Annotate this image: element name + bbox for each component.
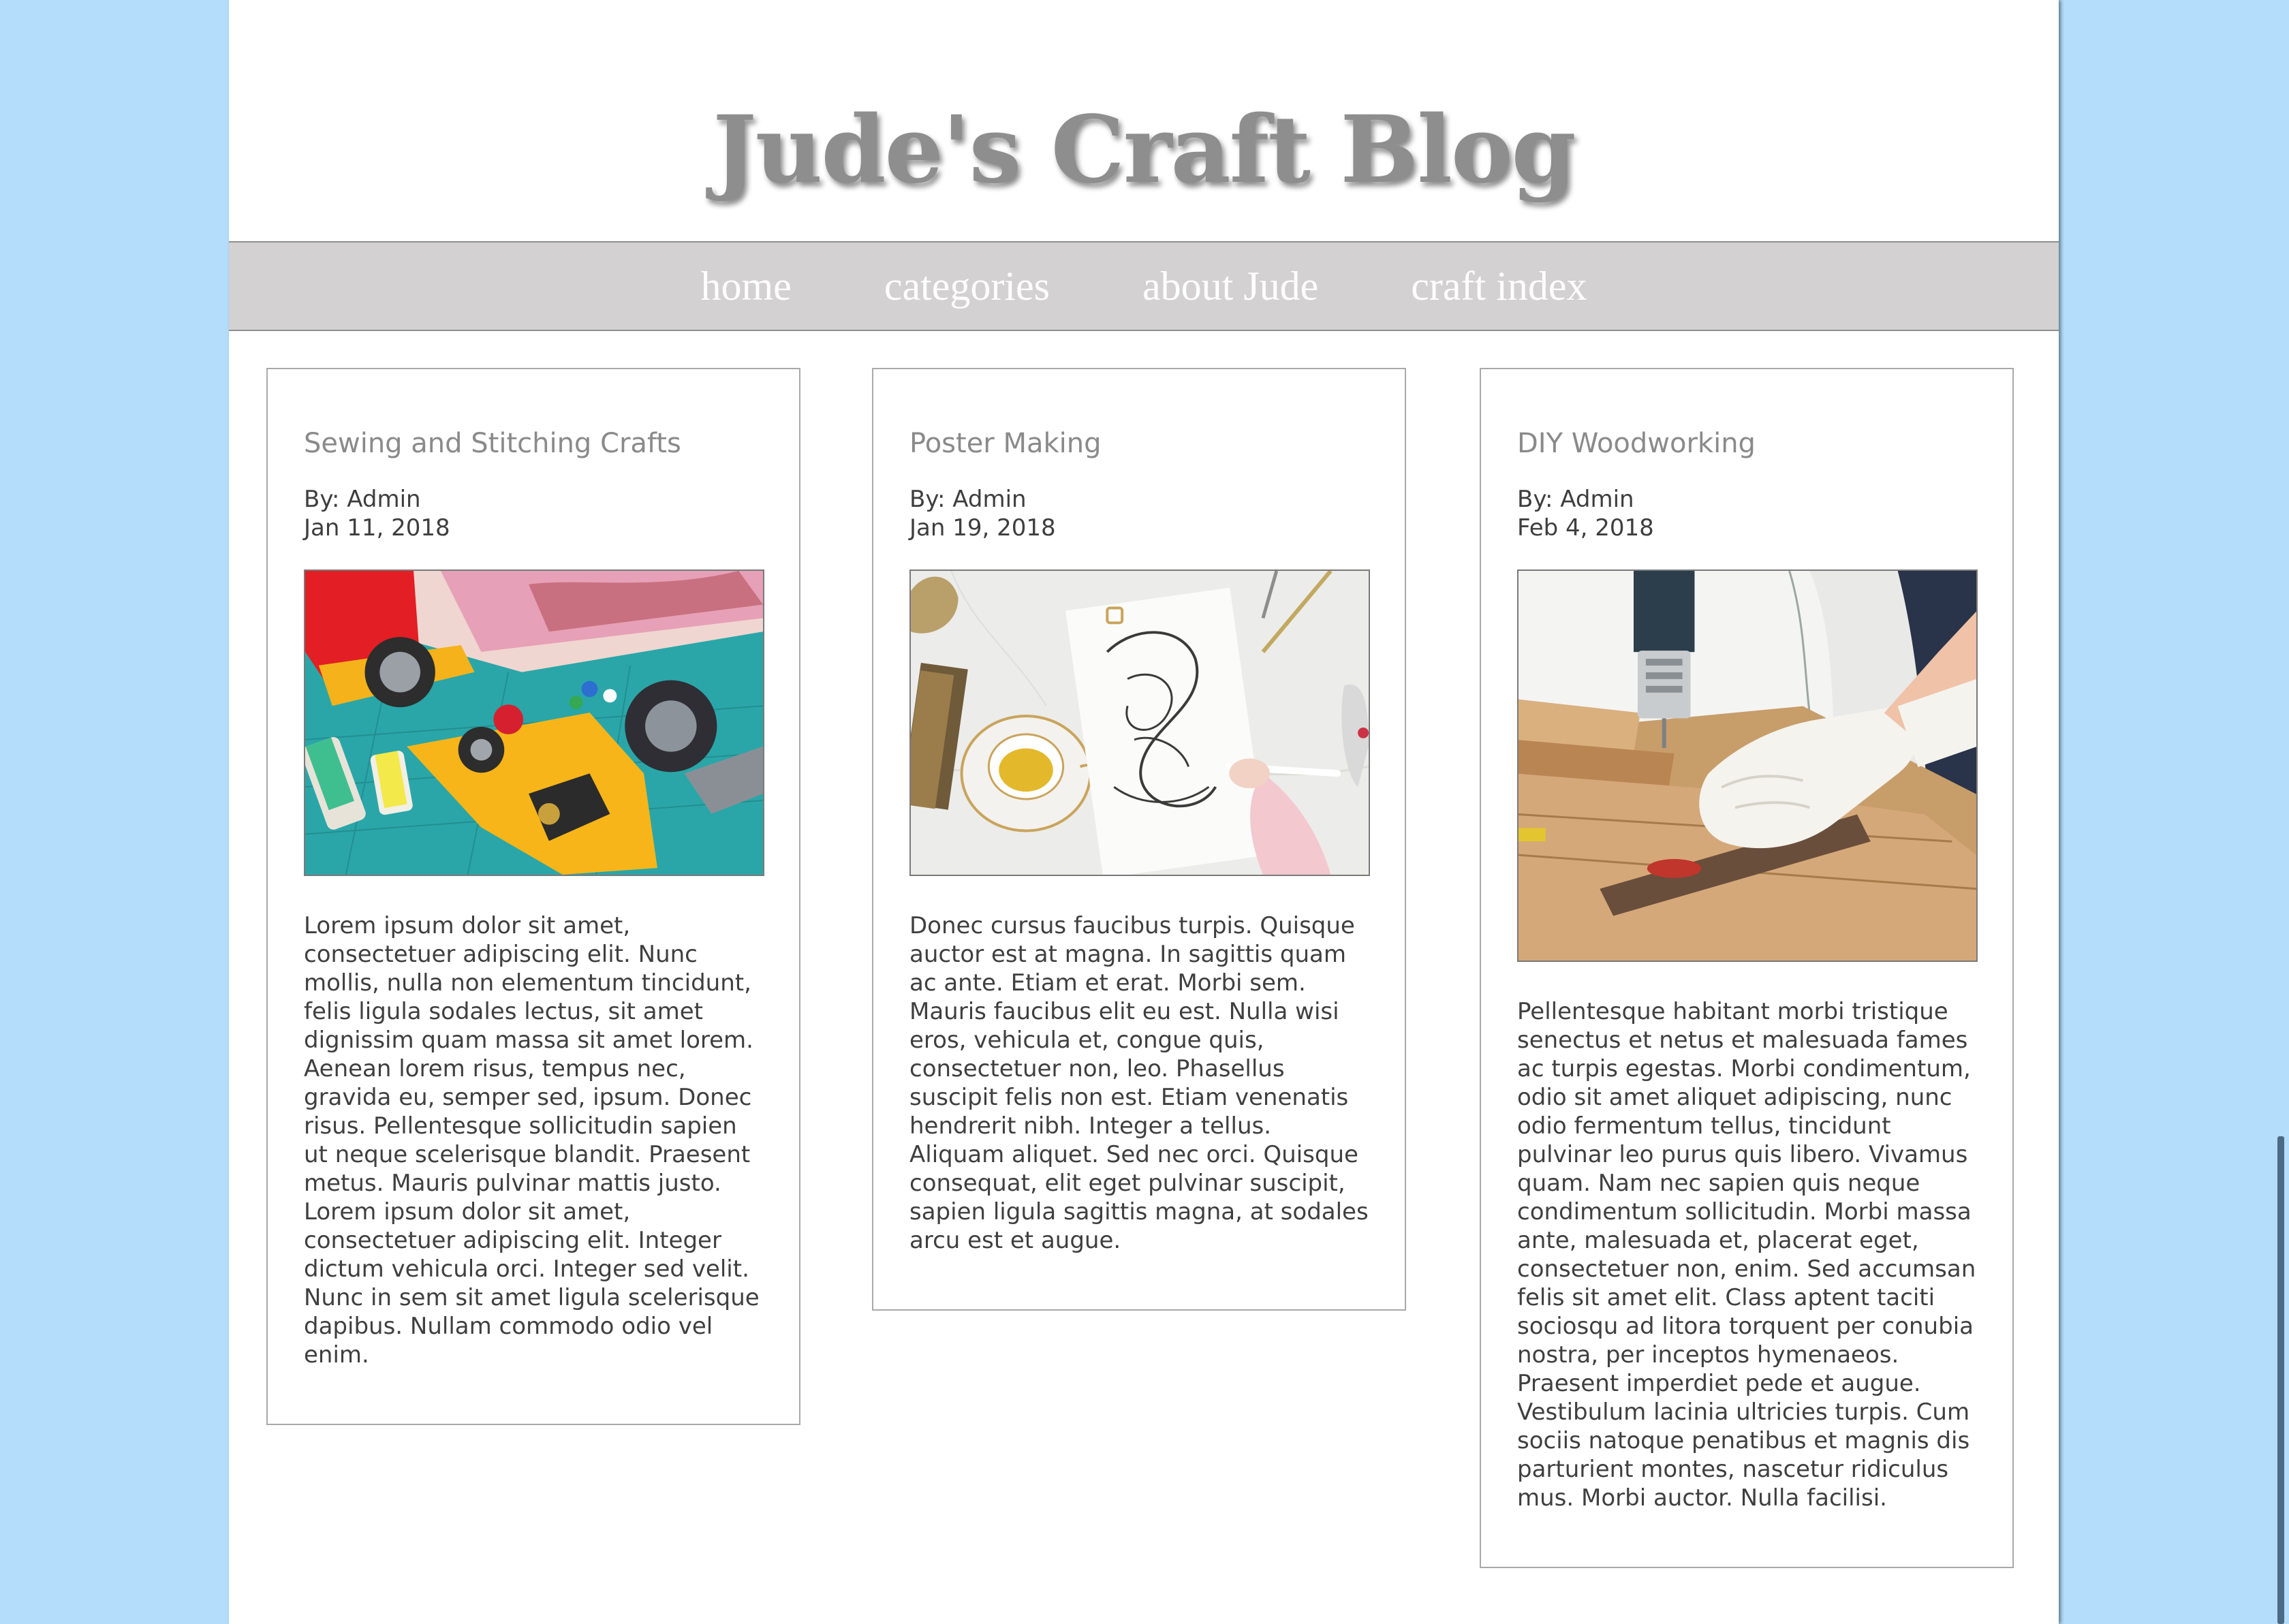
post-date: Jan 11, 2018 xyxy=(304,514,450,542)
nav-home-link[interactable]: home xyxy=(701,263,792,310)
post-meta: By: Admin Jan 11, 2018 xyxy=(304,485,764,542)
post-author: By: Admin xyxy=(909,486,1027,513)
post-card-woodworking: DIY Woodworking By: Admin Feb 4, 2018 Pe… xyxy=(1480,368,2014,1568)
post-date: Feb 4, 2018 xyxy=(1517,514,1654,542)
page-container: Jude's Craft Blog home categories about … xyxy=(229,0,2059,1624)
post-title[interactable]: Sewing and Stitching Crafts xyxy=(304,426,764,460)
poster-lettering-image[interactable] xyxy=(909,569,1370,876)
nav-craft-index-link[interactable]: craft index xyxy=(1411,263,1587,310)
post-date: Jan 19, 2018 xyxy=(909,514,1056,542)
main-nav: home categories about Jude craft index xyxy=(229,241,2059,331)
site-title: Jude's Craft Blog xyxy=(713,95,1576,204)
post-body: Donec cursus faucibus turpis. Quisque au… xyxy=(909,912,1369,1254)
post-card-poster: Poster Making By: Admin Jan 19, 2018 Don… xyxy=(872,368,1406,1311)
woodworking-drill-image[interactable] xyxy=(1517,569,1978,962)
post-title[interactable]: Poster Making xyxy=(909,426,1369,460)
sewing-tools-image[interactable] xyxy=(304,569,764,876)
post-title[interactable]: DIY Woodworking xyxy=(1517,426,1977,460)
post-body: Lorem ipsum dolor sit amet, consectetuer… xyxy=(304,912,760,1369)
nav-categories-link[interactable]: categories xyxy=(884,263,1050,310)
nav-about-link[interactable]: about Jude xyxy=(1142,263,1318,310)
post-author: By: Admin xyxy=(304,486,421,513)
post-meta: By: Admin Jan 19, 2018 xyxy=(909,485,1369,542)
post-author: By: Admin xyxy=(1517,486,1634,513)
post-meta: By: Admin Feb 4, 2018 xyxy=(1517,485,1977,542)
post-body: Pellentesque habitant morbi tristique se… xyxy=(1517,998,1976,1512)
post-card-sewing: Sewing and Stitching Crafts By: Admin Ja… xyxy=(266,368,800,1425)
page-scrollbar-thumb[interactable] xyxy=(2277,1136,2284,1624)
